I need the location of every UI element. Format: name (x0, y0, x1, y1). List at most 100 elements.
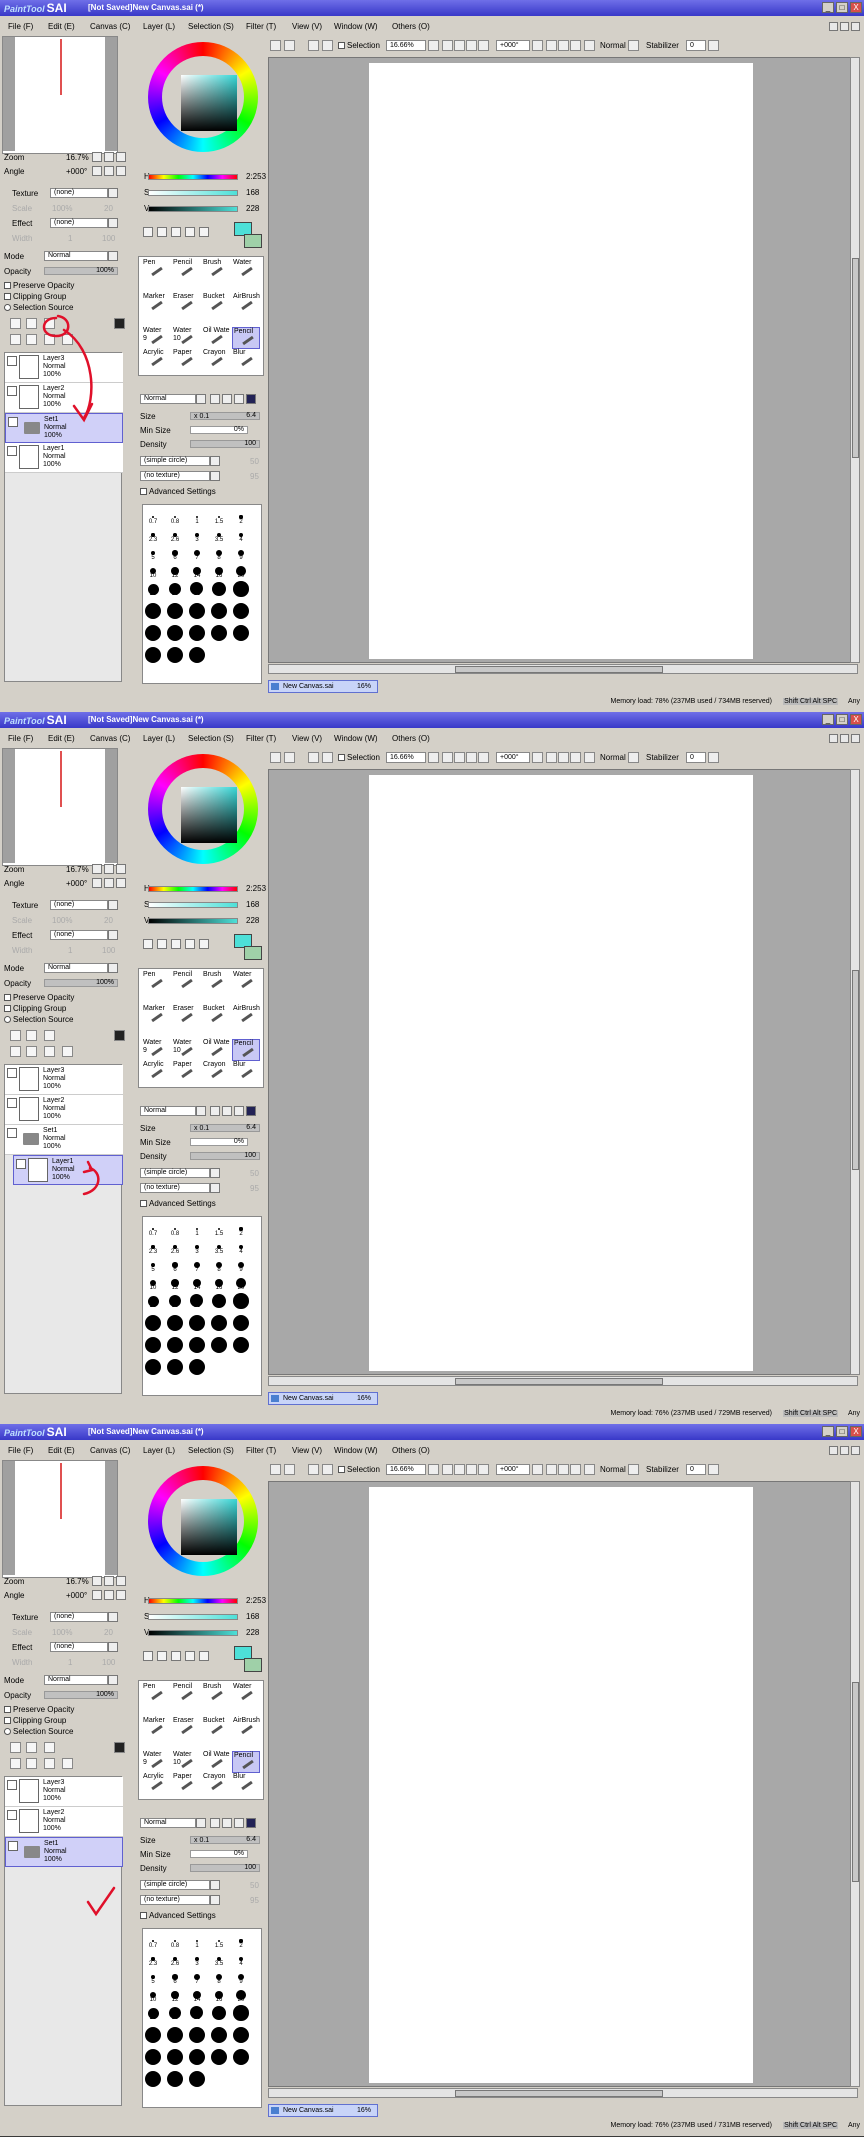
zoom-in-icon[interactable] (454, 40, 465, 51)
merge-down-icon[interactable] (26, 334, 37, 345)
menu-window[interactable]: Window (W) (334, 22, 378, 31)
tool-bucket-12[interactable]: Bucket (202, 293, 230, 315)
vertical-scrollbar[interactable] (850, 57, 860, 663)
hue-slider[interactable] (148, 1598, 238, 1604)
rotate-cw-icon[interactable] (558, 752, 569, 763)
layer-row-layer1[interactable]: Layer1 Normal 100% (13, 1155, 123, 1185)
texture-dropdown-button[interactable] (108, 1612, 118, 1622)
layer-row-set1[interactable]: Set1 Normal 100% (5, 1837, 123, 1867)
preserve-opacity-checkbox[interactable]: Preserve Opacity (4, 1705, 74, 1714)
select-tool-icon-0[interactable] (143, 227, 153, 237)
rotate-reset-button[interactable] (116, 166, 126, 176)
brush-texture-dropdown-button[interactable] (210, 471, 220, 481)
canvas-angle-field[interactable]: +000° (496, 1464, 530, 1475)
tool-water-21[interactable]: Water 10 (172, 327, 200, 349)
rotate-right-button[interactable] (104, 1590, 114, 1600)
canvas-paper[interactable] (369, 775, 753, 1371)
layer-row-layer3[interactable]: Layer3 Normal 100% (5, 1065, 123, 1095)
tool-paper-31[interactable]: Paper (172, 349, 200, 371)
layer-row-layer2[interactable]: Layer2 Normal 100% (5, 1095, 123, 1125)
doc-restore-button[interactable] (840, 22, 849, 31)
brush-edge-hard-icon[interactable] (234, 394, 244, 404)
zoom-actual-icon[interactable] (478, 40, 489, 51)
vertical-scroll-thumb[interactable] (852, 970, 859, 1170)
select-tool-icon[interactable] (270, 40, 281, 51)
horizontal-scrollbar[interactable] (268, 2088, 858, 2098)
new-linework-layer-icon[interactable] (26, 318, 37, 329)
tool-crayon-32[interactable]: Crayon (202, 1773, 230, 1795)
opacity-slider[interactable]: 100% (44, 1691, 118, 1699)
new-folder-icon[interactable] (44, 1030, 55, 1041)
tool-blur-33[interactable]: Blur (232, 1773, 260, 1795)
tool-water-20[interactable]: Water 9 (142, 1039, 170, 1061)
texture-dropdown-button[interactable] (108, 188, 118, 198)
doc-close-button[interactable] (851, 1446, 860, 1455)
effect-dropdown-button[interactable] (108, 218, 118, 228)
clear-layer-icon[interactable] (44, 334, 55, 345)
select-tool-icon[interactable] (270, 752, 281, 763)
blend-mode-select[interactable]: Normal (44, 251, 108, 261)
size-preset-dot[interactable] (217, 1939, 221, 1943)
select-tool-icon-3[interactable] (185, 939, 195, 949)
mode-dropdown-icon[interactable] (628, 40, 639, 51)
select-tool-icon-2[interactable] (171, 939, 181, 949)
angle-dropdown-icon[interactable] (532, 752, 543, 763)
brush-texture-dropdown-button[interactable] (210, 1183, 220, 1193)
advanced-settings-checkbox[interactable]: Advanced Settings (140, 1199, 216, 1208)
select-tool-icon-2[interactable] (171, 1651, 181, 1661)
transfer-down-icon[interactable] (10, 1046, 21, 1057)
brush-shape-dropdown-button[interactable] (210, 456, 220, 466)
horizontal-scroll-thumb[interactable] (455, 666, 663, 673)
clear-layer-icon[interactable] (44, 1758, 55, 1769)
tool-acrylic-30[interactable]: Acrylic (142, 349, 170, 371)
menu-selection[interactable]: Selection (S) (188, 1446, 234, 1455)
texture-dropdown-button[interactable] (108, 900, 118, 910)
menu-others[interactable]: Others (O) (392, 734, 430, 743)
canvas-paper[interactable] (369, 63, 753, 659)
clear-layer-icon[interactable] (44, 1046, 55, 1057)
minimize-button[interactable]: _ (822, 2, 834, 13)
zoom-out-button[interactable] (92, 1576, 102, 1586)
blend-mode-dropdown-button[interactable] (108, 1675, 118, 1685)
select-tool-icon-1[interactable] (157, 1651, 167, 1661)
menu-others[interactable]: Others (O) (392, 1446, 430, 1455)
layer-list[interactable]: Layer3 Normal 100% Layer2 Normal 100% Set1 Norm… (4, 1776, 123, 2106)
visibility-eye-icon[interactable] (16, 1159, 26, 1169)
clipping-group-checkbox[interactable]: Clipping Group (4, 1716, 66, 1725)
vertical-scroll-thumb[interactable] (852, 1682, 859, 1882)
minimize-button[interactable]: _ (822, 1426, 834, 1437)
secondary-color-swatch[interactable] (244, 946, 262, 960)
flip-horizontal-icon[interactable] (584, 752, 595, 763)
flip-horizontal-icon[interactable] (584, 1464, 595, 1475)
horizontal-scrollbar[interactable] (268, 664, 858, 674)
visibility-eye-icon[interactable] (8, 417, 18, 427)
tool-crayon-32[interactable]: Crayon (202, 1061, 230, 1083)
tool-pen-00[interactable]: Pen (142, 1683, 170, 1705)
brush-edge-solid-icon[interactable] (246, 1106, 256, 1116)
tool-eraser-11[interactable]: Eraser (172, 1717, 200, 1739)
menu-file[interactable]: File (F) (8, 22, 33, 31)
tool-oil-wate-22[interactable]: Oil Wate (202, 1039, 230, 1061)
advanced-settings-checkbox[interactable]: Advanced Settings (140, 1911, 216, 1920)
texture-select[interactable]: (none) (50, 188, 108, 198)
tool-marker-10[interactable]: Marker (142, 1005, 170, 1027)
stabilizer-field[interactable]: 0 (686, 1464, 706, 1475)
brush-mode-select[interactable]: Normal (140, 1818, 196, 1828)
layer-row-layer3[interactable]: Layer3 Normal 100% (5, 353, 123, 383)
flip-horizontal-icon[interactable] (584, 40, 595, 51)
zoom-out-button[interactable] (92, 152, 102, 162)
menu-selection[interactable]: Selection (S) (188, 22, 234, 31)
angle-dropdown-icon[interactable] (532, 40, 543, 51)
visibility-eye-icon[interactable] (7, 386, 17, 396)
select-tool-icon-1[interactable] (157, 939, 167, 949)
canvas-mode-value[interactable]: Normal (600, 753, 626, 762)
tool-brush-02[interactable]: Brush (202, 259, 230, 281)
brush-texture-select[interactable]: (no texture) (140, 1183, 210, 1193)
deselect-icon[interactable] (284, 752, 295, 763)
texture-select[interactable]: (none) (50, 900, 108, 910)
mode-dropdown-icon[interactable] (628, 752, 639, 763)
canvas-mode-value[interactable]: Normal (600, 1465, 626, 1474)
rotate-reset-icon[interactable] (570, 40, 581, 51)
canvas-zoom-field[interactable]: 16.66% (386, 752, 426, 763)
visibility-eye-icon[interactable] (7, 1068, 17, 1078)
